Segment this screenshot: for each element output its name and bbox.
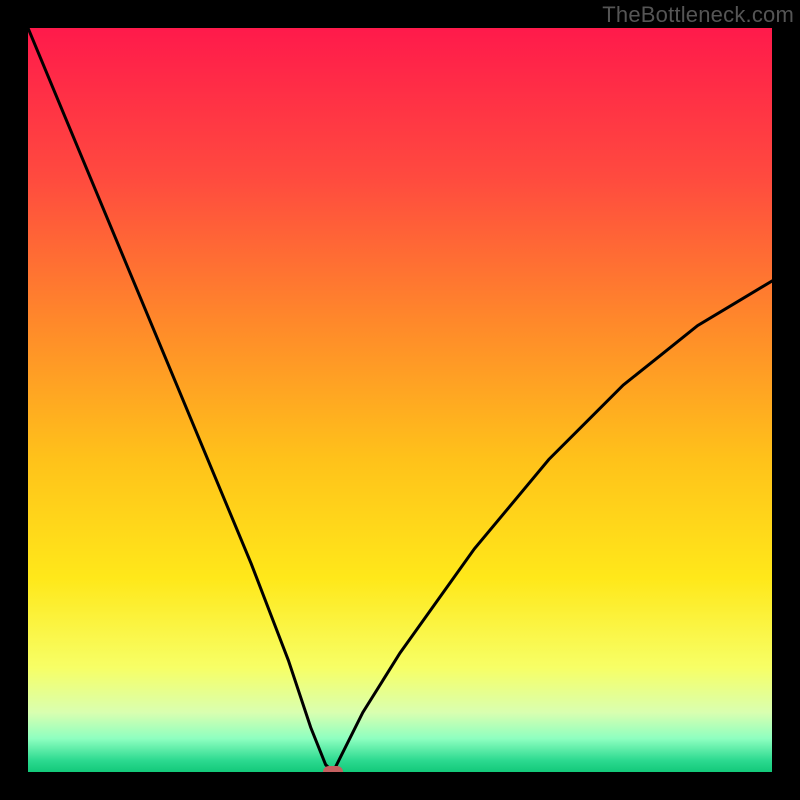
bottleneck-curve	[28, 28, 772, 772]
minimum-marker	[323, 766, 343, 772]
chart-frame: TheBottleneck.com	[0, 0, 800, 800]
watermark-text: TheBottleneck.com	[602, 2, 794, 28]
plot-area	[28, 28, 772, 772]
